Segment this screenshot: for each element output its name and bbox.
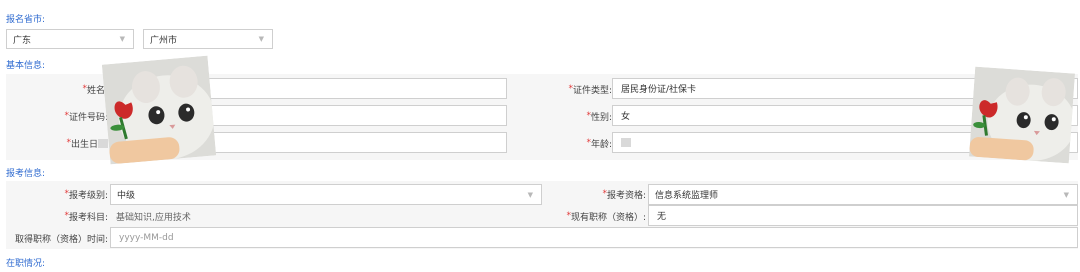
province-select[interactable]: 广东 ▼ <box>6 29 134 49</box>
city-select-value: 广州市 <box>150 35 178 46</box>
chevron-down-icon: ▼ <box>258 35 264 43</box>
title-date-field[interactable]: yyyy-MM-dd <box>110 227 1078 248</box>
section-title-basic-info: 基本信息: <box>6 61 46 71</box>
section-title-exam-info: 报考信息: <box>6 169 46 179</box>
exam-subject-label: * 报考科目: <box>64 211 108 223</box>
chevron-down-icon: ▼ <box>1063 190 1069 199</box>
section-title-province-city: 报名省市: <box>6 15 46 25</box>
exam-subject-value: 基础知识,应用技术 <box>116 212 191 223</box>
redacted-block <box>621 138 631 147</box>
current-title-label: * 现有职称（资格）: <box>566 211 646 223</box>
age-label: * 年龄: <box>586 138 612 150</box>
chevron-down-icon: ▼ <box>119 35 125 43</box>
title-date-label: 取得职称（资格）时间: <box>14 234 108 245</box>
exam-level-select[interactable]: 中级 ▼ <box>110 184 542 205</box>
redacted-block <box>98 138 108 148</box>
id-type-label: * 证件类型: <box>568 84 612 96</box>
chevron-down-icon: ▼ <box>527 190 533 199</box>
name-label: * 姓名: <box>82 84 108 96</box>
province-select-value: 广东 <box>13 35 32 46</box>
city-select[interactable]: 广州市 ▼ <box>143 29 273 49</box>
exam-qualification-select[interactable]: 信息系统监理师 ▼ <box>648 184 1078 205</box>
exam-info-panel: * 报考级别: 中级 ▼ * 报考资格: 信息系统监理师 ▼ * 报考科目: 基础知识… <box>6 181 1078 249</box>
gender-label: * 性别: <box>586 111 612 123</box>
section-title-employment: 在职情况: <box>6 259 46 269</box>
exam-level-label: * 报考级别: <box>64 189 108 201</box>
id-number-label: * 证件号码: <box>64 111 108 123</box>
cat-with-rose-photo <box>968 66 1076 164</box>
birth-date-label: * 出生日 <box>6 132 108 154</box>
cat-with-rose-photo <box>101 55 217 165</box>
current-title-field[interactable]: 无 <box>648 205 1078 226</box>
exam-qualification-label: * 报考资格: <box>602 189 646 201</box>
